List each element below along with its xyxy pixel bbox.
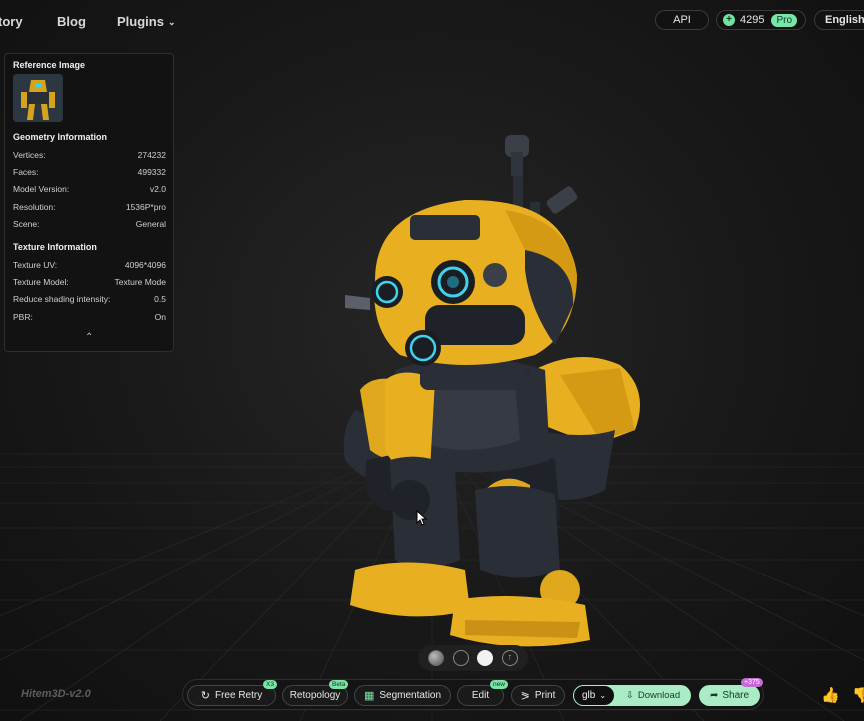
plus-icon: +: [723, 14, 735, 26]
info-row-texture-uv: Texture UV: 4096*4096: [13, 260, 166, 270]
reference-image-thumbnail[interactable]: [13, 74, 63, 122]
geometry-info-title: Geometry Information: [13, 132, 108, 142]
upload-view-icon[interactable]: ↑: [501, 650, 518, 666]
nav-blog-link[interactable]: Blog: [57, 14, 86, 29]
share-icon: ➦: [709, 690, 719, 701]
api-button[interactable]: API: [655, 10, 709, 30]
download-label: Download: [637, 690, 681, 701]
beta-badge: Beta: [329, 680, 349, 689]
nav-history-link[interactable]: tory: [0, 14, 23, 29]
info-row-faces: Faces: 499332: [13, 167, 166, 177]
edit-button[interactable]: Edit new: [457, 680, 508, 706]
print-label: Print: [534, 690, 556, 701]
download-button[interactable]: ⇩ Download: [615, 690, 691, 701]
wireframe-view-icon[interactable]: [452, 650, 469, 666]
free-retry-button[interactable]: ↻ Free Retry X3: [187, 680, 277, 706]
share-button[interactable]: ➦ Share: [699, 685, 760, 706]
bottom-toolbar: ↻ Free Retry X3 Retopology Beta ▦ Segmen…: [182, 678, 764, 710]
version-watermark: Hitem3D-v2.0: [21, 688, 91, 700]
info-row-shading-intensity: Reduce shading intensity: 0.5: [13, 294, 166, 304]
nav-plugins-menu[interactable]: Plugins ⌄: [117, 14, 176, 29]
retopology-button[interactable]: Retopology Beta: [282, 680, 349, 706]
info-row-vertices: Vertices: 274232: [13, 150, 166, 160]
info-row-scene: Scene: General: [13, 219, 166, 229]
info-row-texture-model: Texture Model: Texture Mode: [13, 277, 166, 287]
chevron-down-icon: ⌄: [599, 691, 607, 700]
thumbs-up-icon[interactable]: 👍: [821, 686, 840, 704]
reference-image-title: Reference Image: [13, 60, 86, 70]
mouse-cursor-icon: [416, 510, 428, 526]
free-retry-label: Free Retry: [214, 690, 263, 701]
pro-badge: Pro: [771, 13, 798, 27]
top-navigation: tory Blog Plugins ⌄ API + 4295 Pro Englis…: [0, 8, 864, 36]
nav-plugins-label: Plugins: [117, 14, 164, 29]
credits-pill[interactable]: + 4295 Pro: [716, 10, 806, 30]
language-selector[interactable]: English: [814, 10, 864, 30]
texture-info-title: Texture Information: [13, 242, 97, 252]
free-retry-count-badge: X3: [263, 680, 277, 689]
model-info-panel: Reference Image Geometry Information Ver…: [4, 53, 174, 352]
print-icon: ⪖: [520, 690, 530, 702]
new-badge: new: [490, 680, 508, 689]
format-value: glb: [581, 690, 596, 701]
segmentation-button[interactable]: ▦ Segmentation: [354, 685, 451, 706]
segmentation-icon: ▦: [363, 690, 375, 702]
download-group: glb ⌄ ⇩ Download: [573, 685, 691, 706]
edit-label: Edit: [471, 690, 490, 701]
chevron-up-icon[interactable]: ⌃: [85, 332, 93, 343]
retry-icon: ↻: [200, 690, 210, 702]
info-row-model-version: Model Version: v2.0: [13, 184, 166, 194]
download-icon: ⇩: [625, 690, 634, 701]
segmentation-label: Segmentation: [379, 690, 442, 701]
info-row-resolution: Resolution: 1536P*pro: [13, 202, 166, 212]
share-label: Share: [722, 690, 750, 701]
chevron-down-icon: ⌄: [167, 17, 176, 27]
retopology-label: Retopology: [289, 690, 341, 701]
share-reward-badge: +375: [741, 678, 763, 687]
info-row-pbr: PBR: On: [13, 312, 166, 322]
view-mode-switcher: ↑: [418, 645, 528, 671]
print-button[interactable]: ⪖ Print: [511, 685, 565, 706]
thumbs-down-icon[interactable]: 👎: [852, 686, 864, 704]
credits-count: 4295: [740, 14, 765, 26]
robot-model[interactable]: [315, 130, 655, 650]
clay-view-icon[interactable]: [477, 650, 494, 666]
format-select[interactable]: glb ⌄: [573, 685, 615, 706]
textured-view-icon[interactable]: [428, 650, 445, 666]
